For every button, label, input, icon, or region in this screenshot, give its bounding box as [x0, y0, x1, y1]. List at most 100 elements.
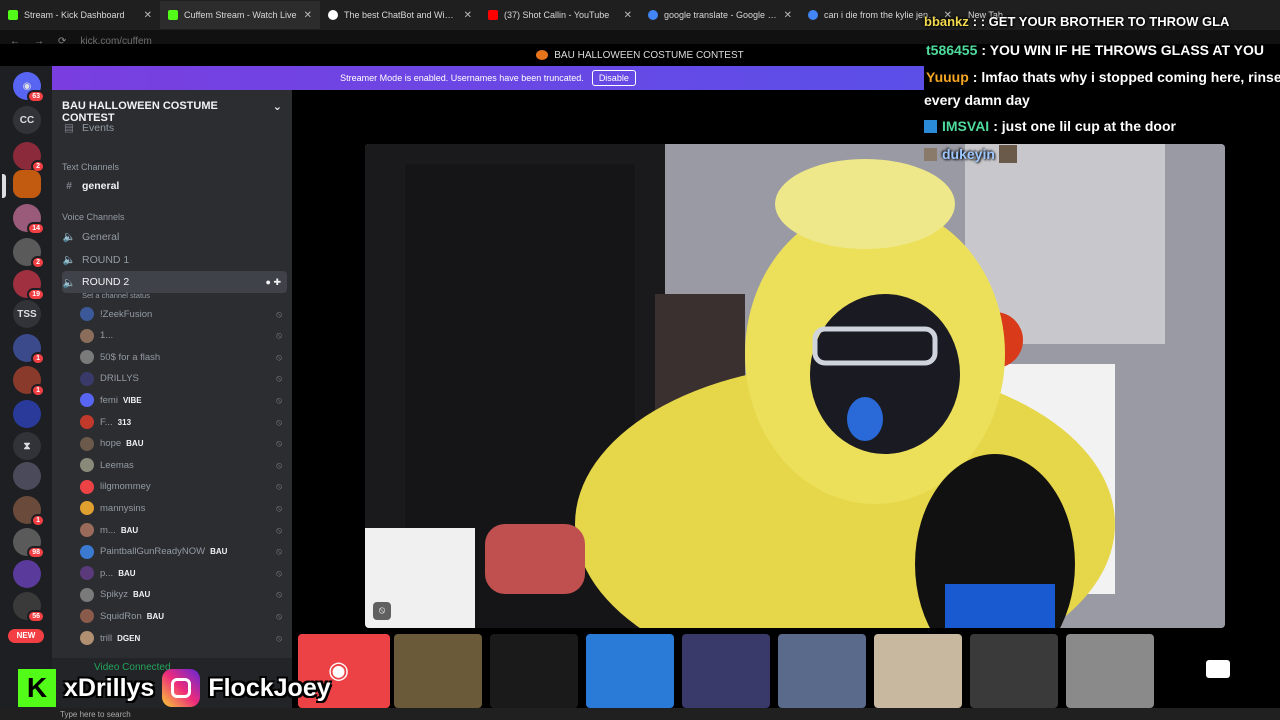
server-icon[interactable]: CC	[13, 106, 41, 134]
hourglass-icon[interactable]: ⧗	[13, 432, 41, 460]
voice-member[interactable]: Leemas ⦸	[80, 455, 290, 475]
avatar	[80, 544, 94, 559]
taskbar-search[interactable]: Type here to search	[60, 710, 131, 719]
member-name: hope	[100, 438, 122, 450]
close-icon[interactable]: ✕	[144, 10, 152, 21]
voice-member[interactable]: trill DGEN ⦸	[80, 628, 290, 648]
tab-title: The best ChatBot and Widgets	[344, 10, 458, 20]
server-icon[interactable]: 1	[13, 496, 45, 527]
webcam-feed	[365, 144, 1225, 628]
discord-home-icon[interactable]: ◉ 63	[13, 72, 45, 103]
avatar	[924, 148, 937, 161]
voice-channel-round1[interactable]: 🔈 ROUND 1	[62, 253, 287, 267]
voice-member[interactable]: !ZeekFusion ⦸	[80, 304, 290, 324]
chat-username: Yuuup	[926, 69, 969, 85]
mic-muted-icon: ⦸	[276, 589, 282, 600]
chevron-down-icon: ⌄	[272, 101, 282, 113]
chat-message: Yuuup: lmfao thats why i stopped coming …	[926, 69, 1280, 85]
server-icon[interactable]: 19	[13, 270, 45, 301]
video-thumbnail[interactable]	[586, 634, 674, 708]
voice-channels-category[interactable]: Voice Channels	[62, 212, 125, 222]
channel-sidebar: BAU HALLOWEEN COSTUME CONTEST ⌄ ▤ Events …	[52, 90, 292, 720]
server-icon[interactable]: 56	[13, 592, 45, 623]
mic-muted-icon: ⦸	[276, 567, 282, 578]
voice-member[interactable]: m... BAU ⦸	[80, 520, 290, 540]
avatar	[80, 566, 94, 581]
hashtag-icon: #	[66, 180, 72, 192]
browser-tab[interactable]: google translate - Google Search ✕	[640, 1, 800, 29]
server-icon[interactable]: 2	[13, 238, 45, 269]
voice-member[interactable]: 50$ for a flash ⦸	[80, 347, 290, 367]
close-icon[interactable]: ✕	[304, 10, 312, 21]
server-icon[interactable]	[13, 560, 41, 588]
channel-general[interactable]: # general	[62, 180, 287, 192]
browser-tab[interactable]: The best ChatBot and Widgets ✕	[320, 1, 480, 29]
voice-member[interactable]: mannysins ⦸	[80, 498, 290, 518]
video-thumbnail[interactable]	[874, 634, 962, 708]
server-icon[interactable]: TSS	[13, 300, 41, 328]
server-icon[interactable]: 1	[13, 334, 45, 365]
disable-button[interactable]: Disable	[591, 70, 636, 86]
server-icon[interactable]	[13, 400, 41, 428]
voice-member[interactable]: PaintballGunReadyNOW BAU ⦸	[80, 542, 290, 562]
camera-icon[interactable]	[1206, 660, 1230, 678]
voice-member[interactable]: 1... ⦸	[80, 326, 290, 346]
server-icon[interactable]	[13, 462, 41, 490]
voice-member[interactable]: lilgmommey ⦸	[80, 477, 290, 497]
browser-tab[interactable]: (37) Shot Callin - YouTube ✕	[480, 1, 640, 29]
chat-icon[interactable]: ● ✚	[266, 277, 281, 288]
member-tag: BAU	[132, 590, 151, 600]
events-label: Events	[82, 122, 115, 134]
chat-message: t586455: YOU WIN IF HE THROWS GLASS AT Y…	[926, 42, 1264, 58]
mic-muted-icon: ⦸	[276, 416, 282, 427]
chat-text: : : GET YOUR BROTHER TO THROW GLA	[972, 14, 1230, 29]
channel-status[interactable]: Set a channel status	[82, 291, 150, 300]
member-name: p...	[100, 567, 114, 579]
member-name: femi	[100, 394, 118, 406]
kick-icon	[8, 10, 18, 20]
voice-member[interactable]: femi VIBE ⦸	[80, 390, 290, 410]
mention-badge: 19	[27, 288, 45, 301]
voice-member[interactable]: DRILLYS ⦸	[80, 369, 290, 389]
events-item[interactable]: ▤ Events	[62, 122, 287, 134]
voice-member[interactable]: F... 313 ⦸	[80, 412, 290, 432]
voice-member[interactable]: p... BAU ⦸	[80, 563, 290, 583]
focused-video-tile[interactable]: ⦸	[365, 144, 1225, 628]
video-thumbnail[interactable]	[394, 634, 482, 708]
video-thumbnail[interactable]	[970, 634, 1058, 708]
video-thumbnail[interactable]	[490, 634, 578, 708]
avatar	[80, 631, 94, 645]
server-icon[interactable]: 14	[13, 204, 45, 235]
browser-tab[interactable]: Cuffem Stream - Watch Live ✕	[160, 1, 320, 29]
server-header[interactable]: BAU HALLOWEEN COSTUME CONTEST ⌄	[62, 100, 282, 124]
chat-username: dukeyin	[942, 146, 995, 162]
avatar	[80, 479, 94, 494]
voice-channel-general[interactable]: 🔈 General	[62, 230, 287, 244]
voice-channel-round2[interactable]: 🔈 ROUND 2 ● ✚	[62, 271, 287, 293]
tab-title: Cuffem Stream - Watch Live	[184, 10, 297, 20]
avatar	[80, 371, 94, 386]
text-channels-category[interactable]: Text Channels	[62, 162, 119, 172]
browser-tab[interactable]: Stream - Kick Dashboard ✕	[0, 1, 160, 29]
member-name: Spikyz	[100, 589, 128, 601]
chat-text: every damn day	[924, 92, 1030, 108]
close-icon[interactable]: ✕	[624, 10, 632, 21]
video-thumbnail[interactable]	[778, 634, 866, 708]
voice-member[interactable]: hope BAU ⦸	[80, 434, 290, 454]
mention-badge: 2	[31, 256, 45, 269]
close-icon[interactable]: ✕	[464, 10, 472, 21]
server-icon[interactable]: 98	[13, 528, 45, 559]
video-thumbnail[interactable]	[682, 634, 770, 708]
tab-title: can i die from the kylie jenner	[824, 10, 938, 20]
server-icon[interactable]	[13, 170, 41, 198]
voice-member[interactable]: Spikyz BAU ⦸	[80, 585, 290, 605]
voice-member[interactable]: SquidRon BAU ⦸	[80, 606, 290, 626]
chat-username: IMSVAI	[942, 118, 990, 134]
server-icon[interactable]: 1	[13, 366, 45, 397]
video-thumbnail[interactable]	[1066, 634, 1154, 708]
server-icon[interactable]: 2	[13, 142, 45, 173]
member-name: DRILLYS	[100, 373, 139, 385]
screen: Stream - Kick Dashboard ✕ Cuffem Stream -…	[0, 0, 1280, 720]
close-icon[interactable]: ✕	[784, 10, 792, 21]
chat-message: every damn day	[924, 92, 1030, 108]
